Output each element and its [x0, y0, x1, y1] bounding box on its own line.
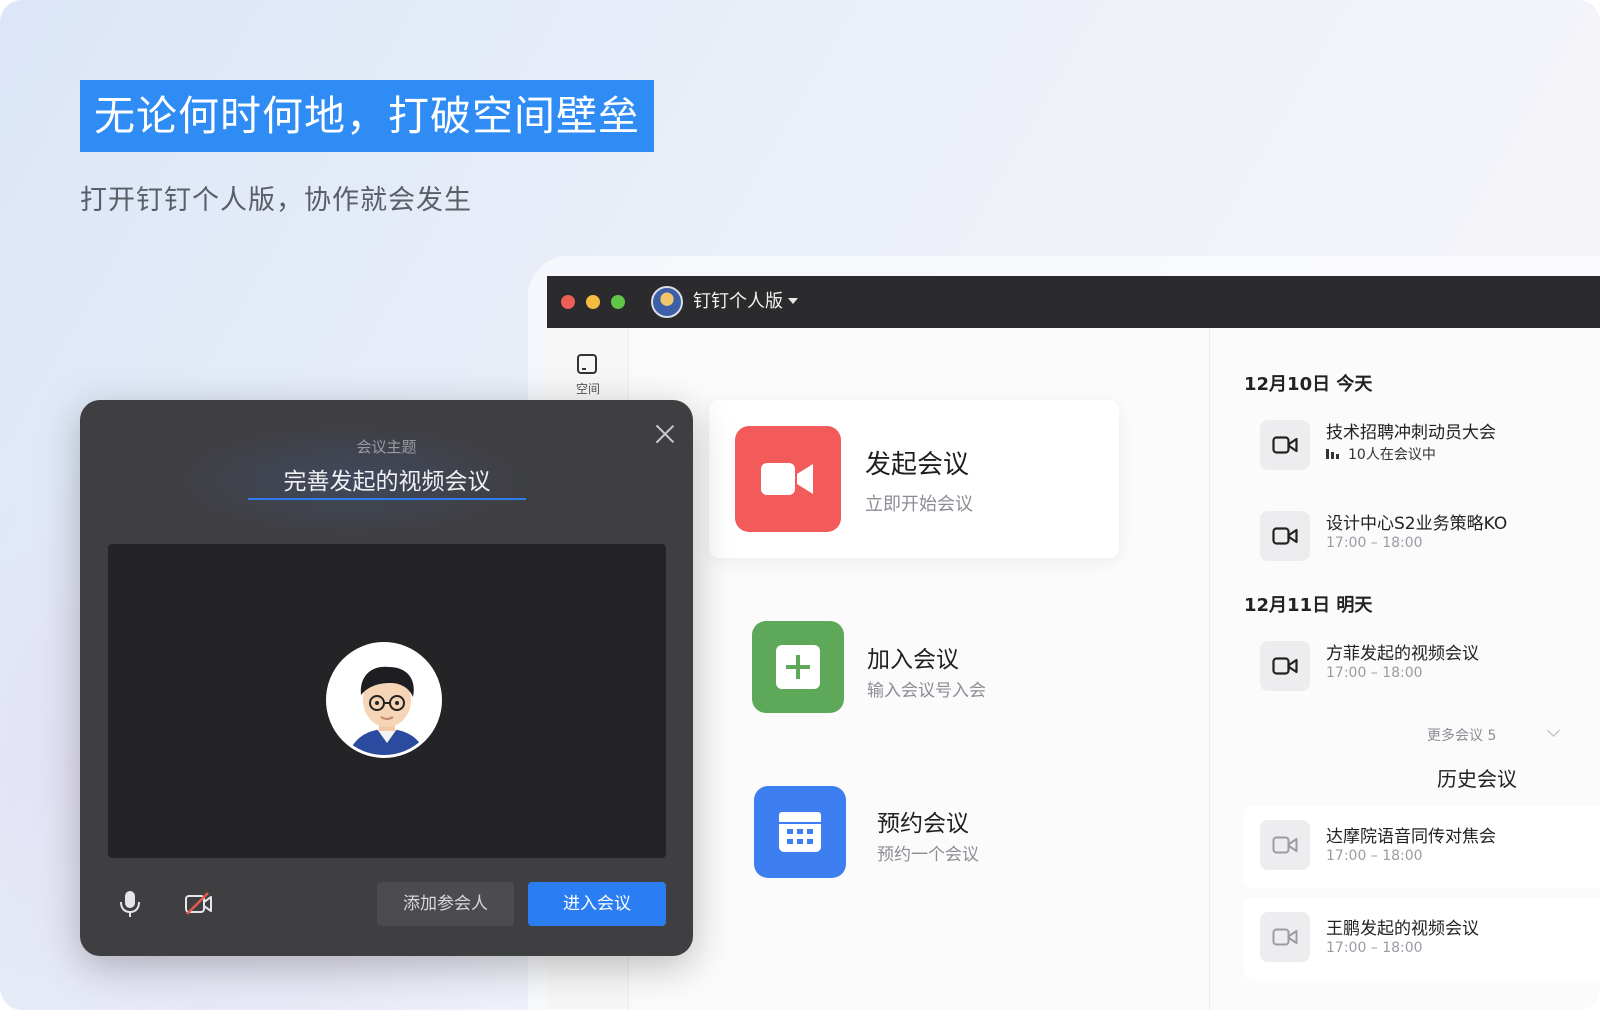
headline: 无论何时何地，打破空间壁垒	[80, 80, 654, 152]
account-avatar[interactable]	[651, 286, 683, 318]
meeting-time: 17:00 – 18:00	[1326, 535, 1423, 551]
meeting-time: 17:00 – 18:00	[1326, 665, 1423, 681]
meeting-item[interactable]: 方菲发起的视频会议 17:00 – 18:00	[1260, 637, 1580, 697]
promo-stage: 无论何时何地，打破空间壁垒 打开钉钉个人版，协作就会发生 钉钉个人版 空间 发起…	[0, 0, 1600, 1010]
more-meetings-link[interactable]: 更多会议 5	[1427, 725, 1496, 745]
start-meeting-card[interactable]: 发起会议 立即开始会议	[709, 400, 1119, 558]
microphone-icon[interactable]	[118, 890, 142, 918]
signal-bars-icon	[1326, 447, 1340, 463]
video-camera-icon	[1260, 420, 1310, 470]
join-meeting-subtitle: 输入会议号入会	[867, 681, 986, 701]
schedule-meeting-subtitle: 预约一个会议	[877, 845, 979, 865]
meeting-time: 17:00 – 18:00	[1326, 940, 1423, 956]
new-meeting-dialog: 会议主题 完善发起的视频会议 添加参会人 进入会议	[80, 400, 693, 956]
meeting-live-status: 10人在会议中	[1326, 444, 1436, 464]
camera-off-icon[interactable]	[184, 892, 214, 916]
meeting-title: 设计中心S2业务策略KO	[1326, 514, 1508, 534]
video-camera-icon	[1260, 912, 1310, 962]
avatar	[326, 642, 442, 758]
title-bar: 钉钉个人版	[547, 276, 1600, 328]
minimize-window-button[interactable]	[586, 295, 600, 309]
space-icon	[577, 354, 597, 374]
history-meeting-item[interactable]: 王鹏发起的视频会议 17:00 – 18:00	[1244, 898, 1600, 980]
close-window-button[interactable]	[561, 295, 575, 309]
meeting-title: 达摩院语音同传对焦会	[1326, 827, 1496, 847]
plus-icon	[752, 621, 844, 713]
topic-input[interactable]: 完善发起的视频会议	[248, 462, 526, 500]
meeting-title: 技术招聘冲刺动员大会	[1326, 423, 1496, 443]
schedule-meeting-title: 预约会议	[877, 811, 969, 837]
join-meeting-title: 加入会议	[867, 647, 959, 673]
subline: 打开钉钉个人版，协作就会发生	[80, 185, 472, 216]
video-camera-icon	[1260, 511, 1310, 561]
history-meeting-item[interactable]: 达摩院语音同传对焦会 17:00 – 18:00	[1244, 806, 1600, 888]
account-switcher-label[interactable]: 钉钉个人版	[693, 290, 783, 314]
camera-preview	[108, 544, 666, 858]
meeting-title: 方菲发起的视频会议	[1326, 644, 1479, 664]
topic-label: 会议主题	[356, 438, 417, 456]
meeting-item[interactable]: 设计中心S2业务策略KO 17:00 – 18:00	[1260, 507, 1580, 567]
today-heading: 12月10日 今天	[1244, 374, 1373, 395]
history-heading: 历史会议	[1437, 767, 1517, 791]
sidebar-item-label: 空间	[575, 382, 600, 396]
app-window: 钉钉个人版 空间 发起会议 立即开始会议 加入会议 输入会议号入会 预约会议 预…	[547, 276, 1600, 1010]
meeting-title: 王鹏发起的视频会议	[1326, 919, 1479, 939]
meeting-status-text: 10人在会议中	[1348, 447, 1436, 463]
video-camera-icon	[735, 426, 841, 532]
panel-divider	[1209, 328, 1210, 1010]
enter-meeting-button[interactable]: 进入会议	[528, 882, 666, 926]
add-participants-button[interactable]: 添加参会人	[377, 882, 514, 926]
start-meeting-title: 发起会议	[865, 450, 970, 480]
start-meeting-subtitle: 立即开始会议	[865, 494, 973, 515]
caret-down-icon[interactable]	[788, 298, 798, 304]
tomorrow-heading: 12月11日 明天	[1244, 595, 1373, 616]
video-camera-icon	[1260, 820, 1310, 870]
meeting-item[interactable]: 技术招聘冲刺动员大会 10人在会议中	[1260, 416, 1580, 476]
meeting-time: 17:00 – 18:00	[1326, 848, 1423, 864]
calendar-icon	[754, 786, 846, 878]
video-camera-icon	[1260, 641, 1310, 691]
maximize-window-button[interactable]	[611, 295, 625, 309]
chevron-down-icon[interactable]	[1547, 724, 1560, 737]
